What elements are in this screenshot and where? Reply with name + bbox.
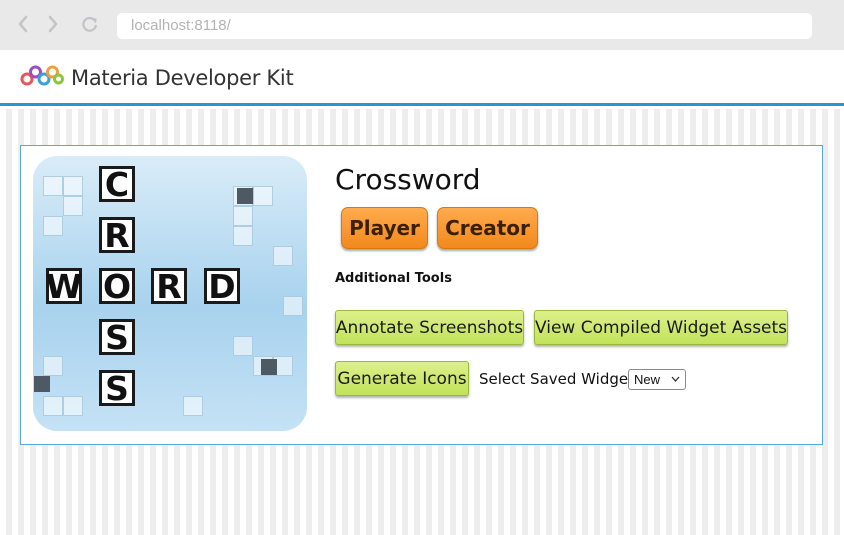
annotate-screenshots-button[interactable]: Annotate Screenshots xyxy=(335,310,524,345)
letter-tile: C xyxy=(99,165,135,204)
widget-card: C R O S S W R D Crossword Player Creator… xyxy=(20,145,823,445)
materia-logo-icon[interactable] xyxy=(20,64,64,88)
letter-tile: S xyxy=(99,369,135,408)
chevron-down-icon xyxy=(671,374,680,385)
view-compiled-assets-button[interactable]: View Compiled Widget Assets xyxy=(534,310,788,345)
generate-icons-button[interactable]: Generate Icons xyxy=(335,361,469,396)
letter-tile: W xyxy=(45,266,83,306)
additional-tools-heading: Additional Tools xyxy=(335,271,452,286)
player-button[interactable]: Player xyxy=(341,207,428,249)
letter-tile: S xyxy=(99,318,135,357)
app-title: Materia Developer Kit xyxy=(71,66,294,90)
widget-icon-image: C R O S S W R D xyxy=(33,156,307,431)
reload-icon[interactable] xyxy=(81,14,99,34)
widget-title: Crossword xyxy=(335,163,481,196)
creator-button[interactable]: Creator xyxy=(437,207,538,249)
chevron-right-icon[interactable] xyxy=(44,14,62,34)
chevron-left-icon[interactable] xyxy=(14,14,32,34)
app-header: Materia Developer Kit xyxy=(0,50,844,106)
letter-tile: R xyxy=(99,216,135,255)
letter-tile: R xyxy=(151,267,187,306)
url-text: localhost:8118/ xyxy=(131,17,231,34)
letter-tile: D xyxy=(204,267,240,306)
select-value: New xyxy=(634,372,661,387)
browser-toolbar: localhost:8118/ xyxy=(0,0,844,50)
address-bar[interactable]: localhost:8118/ xyxy=(117,13,812,39)
select-saved-widget-label: Select Saved Widget: xyxy=(479,370,640,388)
saved-widget-select[interactable]: New xyxy=(628,369,686,390)
letter-tile: O xyxy=(99,267,135,306)
